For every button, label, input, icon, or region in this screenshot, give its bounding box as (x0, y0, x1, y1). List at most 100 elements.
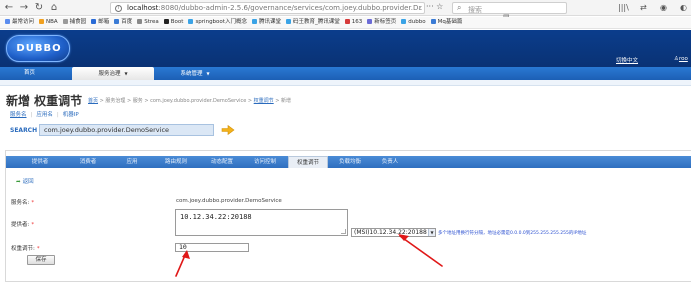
chevron-down-icon: ▼ (124, 71, 128, 76)
sync-icon[interactable]: ⇄ (640, 3, 647, 12)
resize-handle[interactable] (341, 229, 346, 234)
bookmark-item[interactable]: 邮箱 (91, 17, 109, 28)
menu-home[interactable]: 首页 (12, 67, 47, 80)
tab-providers[interactable]: 提供者 (16, 156, 64, 168)
user-name: roo (678, 56, 688, 62)
language-link-label: 切换中文 (616, 58, 639, 64)
tab-weights[interactable]: 权重调节 (288, 156, 328, 168)
bookmark-icon (401, 18, 407, 24)
reload-icon[interactable]: ↻ (33, 2, 45, 14)
bookmark-label: 百度 (121, 19, 133, 25)
tab-service-name[interactable]: 服务名 (10, 112, 27, 118)
tab-applications-label: 应用 (126, 159, 138, 165)
bookmark-item[interactable]: Strea (137, 17, 159, 28)
breadcrumb-current: > 新增 (273, 98, 292, 104)
bookmark-item[interactable]: 捕食园 (62, 17, 87, 28)
provider-label-text: 提供者: (11, 222, 30, 228)
service-search-input[interactable]: com.joey.dubbo.provider.DemoService (39, 124, 214, 136)
bookmark-item[interactable]: 163 (344, 17, 363, 28)
bookmark-label: Boot (170, 19, 184, 25)
language-link[interactable]: 切换中文 (616, 56, 638, 64)
breadcrumb-home[interactable]: 首页 (88, 98, 98, 104)
bookmark-item[interactable]: 百度 (114, 17, 132, 28)
bookmark-label: 捕食园 (69, 19, 87, 25)
menu-system[interactable]: 系统管理 ▼ (165, 67, 225, 80)
tab-routes[interactable]: 路由规则 (152, 156, 200, 168)
address-bar[interactable]: i localhost:8080/dubbo-admin-2.5.6/gover… (110, 2, 510, 21)
more-icon[interactable]: ··· ☆ (426, 2, 443, 11)
bookmarks-bar: 最常访问 NBA 捕食园 邮箱 百度 Strea Boot springboot入门概念 腾讯课… (0, 17, 691, 29)
tab-app-name[interactable]: 应用名 (36, 112, 53, 118)
tab-consumers-label: 消费者 (79, 159, 97, 165)
extension-icon[interactable]: ◉ (660, 3, 667, 12)
bookmark-icon (188, 18, 194, 24)
page-title: 新增 权重调节 (6, 94, 83, 108)
bookmark-icon (251, 18, 257, 24)
forward-arrow-icon[interactable]: → (18, 2, 30, 14)
service-name-value: com.joey.dubbo.provider.DemoService (176, 198, 282, 204)
menu-home-label: 首页 (23, 70, 35, 76)
bookmark-item[interactable]: dubbo (401, 17, 426, 28)
bookmark-icon (91, 18, 97, 24)
tab-applications[interactable]: 应用 (112, 156, 152, 168)
tab-owners[interactable]: 负责人 (372, 156, 408, 168)
back-link[interactable]: ➦ 返回 (16, 177, 34, 185)
search-type-tabs: 服务名 | 应用名 | 机器IP (10, 110, 79, 118)
bookmark-item[interactable]: Boot (163, 17, 184, 28)
chevron-down-icon[interactable]: ▼ (428, 229, 435, 236)
weight-label-text: 权重调节: (11, 246, 35, 252)
provider-select[interactable]: (MSI)10.12.34.22:20188 ▼ (351, 228, 436, 237)
tab-weights-label: 权重调节 (296, 160, 319, 166)
breadcrumb-weight[interactable]: 权重调节 (254, 98, 274, 104)
menu-service-governance[interactable]: 服务治理 ▼ (72, 67, 154, 80)
bookmark-label: 码王教育_腾讯课堂 (292, 19, 340, 25)
tab-consumers[interactable]: 消费者 (64, 156, 112, 168)
bookmark-item[interactable]: 腾讯课堂 (251, 17, 281, 28)
search-go-icon[interactable] (221, 125, 235, 135)
dubbo-logo: DUBBO (6, 35, 70, 62)
save-button[interactable]: 保存 (27, 255, 55, 265)
service-tab-bar: 提供者 消费者 应用 路由规则 动态配置 访问控制 权重调节 负载均衡 负责人 (6, 156, 691, 168)
bookmark-item[interactable]: 新标签页 (367, 17, 396, 28)
bookmark-item[interactable]: 最常访问 (5, 17, 34, 28)
chevron-down-icon: ▼ (206, 71, 210, 76)
breadcrumb-path: > 服务治理 > 服务 > com.joey.dubbo.provider.De… (98, 98, 254, 104)
bookmark-label: Strea (144, 19, 159, 25)
provider-hint: 多个地址用换行符分隔，地址必需是0.0.0.0到255.255.255.255的… (438, 231, 587, 236)
bookmark-item[interactable]: Mq基础篇 (430, 17, 462, 28)
required-mark: * (31, 200, 35, 206)
bookmark-item[interactable]: springboot入门概念 (188, 17, 247, 28)
library-icon[interactable]: |||\ (618, 3, 629, 12)
menu-system-label: 系统管理 (180, 71, 203, 77)
tab-machine-ip[interactable]: 机器IP (63, 112, 79, 118)
tab-access-control[interactable]: 访问控制 (244, 156, 286, 168)
provider-label: 提供者: * (11, 220, 34, 228)
home-icon[interactable]: ⌂ (48, 2, 60, 14)
bookmark-icon (344, 18, 350, 24)
bookmark-icon (39, 18, 45, 24)
bookmark-item[interactable]: 码王教育_腾讯课堂 (285, 17, 340, 28)
user-link[interactable]: ♙roo (674, 56, 688, 62)
bookmark-item[interactable]: NBA (39, 17, 58, 28)
tab-dynamic-config[interactable]: 动态配置 (200, 156, 244, 168)
logo-text: DUBBO (16, 43, 62, 54)
bookmark-label: 163 (351, 19, 363, 25)
provider-textarea-value: 10.12.34.22:20188 (180, 213, 252, 221)
bookmark-icon (137, 18, 143, 24)
tab-load-balance[interactable]: 负载均衡 (330, 156, 370, 168)
browser-search[interactable]: ⌕ 搜索 (452, 2, 567, 14)
service-name-label-text: 服务名: (11, 200, 30, 206)
bookmark-label: dubbo (408, 19, 426, 25)
menu-governance-label: 服务治理 (98, 71, 121, 77)
main-menu: 首页 服务治理 ▼ 系统管理 ▼ (0, 67, 691, 80)
menu-icon[interactable]: ◐ (680, 3, 687, 12)
bookmark-icon (430, 18, 436, 24)
tab-providers-label: 提供者 (31, 159, 49, 165)
back-arrow-icon[interactable]: ← (3, 2, 15, 14)
bookmark-label: 最常访问 (12, 19, 35, 25)
breadcrumb: 首页 > 服务治理 > 服务 > com.joey.dubbo.provider… (88, 97, 291, 104)
info-icon[interactable]: i (115, 5, 122, 12)
provider-textarea[interactable]: 10.12.34.22:20188 (175, 209, 348, 236)
weight-input[interactable]: 10 (175, 243, 249, 252)
bookmark-label: 邮箱 (98, 19, 110, 25)
